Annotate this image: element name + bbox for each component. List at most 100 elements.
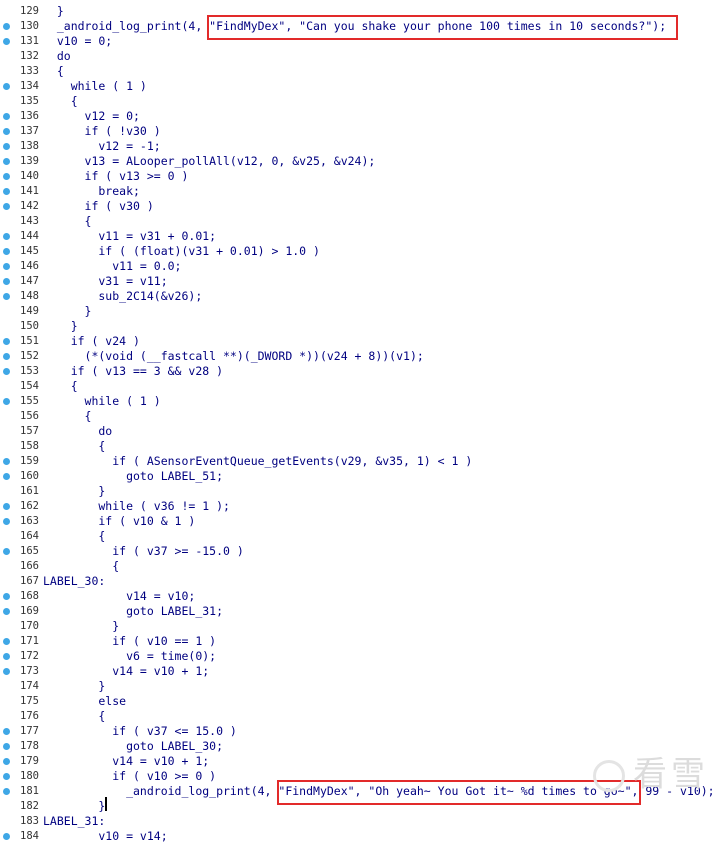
code-line[interactable]: 148 sub_2C14(&v26); xyxy=(0,289,727,304)
breakpoint-dot-icon[interactable] xyxy=(3,398,10,405)
code-line[interactable]: 141 break; xyxy=(0,184,727,199)
code-line[interactable]: 152 (*(void (__fastcall **)(_DWORD *))(v… xyxy=(0,349,727,364)
code-text: if ( v24 ) xyxy=(43,334,140,348)
code-line[interactable]: 170 } xyxy=(0,619,727,634)
code-line[interactable]: 158 { xyxy=(0,439,727,454)
code-line[interactable]: 154 { xyxy=(0,379,727,394)
code-line[interactable]: 164 { xyxy=(0,529,727,544)
breakpoint-dot-icon[interactable] xyxy=(3,338,10,345)
line-number: 141 xyxy=(20,185,39,197)
code-line[interactable]: 165 if ( v37 >= -15.0 ) xyxy=(0,544,727,559)
code-line[interactable]: 138 v12 = -1; xyxy=(0,139,727,154)
breakpoint-dot-icon[interactable] xyxy=(3,38,10,45)
breakpoint-dot-icon[interactable] xyxy=(3,293,10,300)
code-line[interactable]: 172 v6 = time(0); xyxy=(0,649,727,664)
code-line[interactable]: 139 v13 = ALooper_pollAll(v12, 0, &v25, … xyxy=(0,154,727,169)
code-line[interactable]: 166 { xyxy=(0,559,727,574)
breakpoint-dot-icon[interactable] xyxy=(3,188,10,195)
code-line[interactable]: 136 v12 = 0; xyxy=(0,109,727,124)
code-line[interactable]: 159 if ( ASensorEventQueue_getEvents(v29… xyxy=(0,454,727,469)
breakpoint-dot-icon[interactable] xyxy=(3,593,10,600)
code-line[interactable]: 157 do xyxy=(0,424,727,439)
code-line[interactable]: 176 { xyxy=(0,709,727,724)
code-line[interactable]: 155 while ( 1 ) xyxy=(0,394,727,409)
code-line[interactable]: 140 if ( v13 >= 0 ) xyxy=(0,169,727,184)
code-text: (*(void (__fastcall **)(_DWORD *))(v24 +… xyxy=(43,349,424,363)
line-number: 164 xyxy=(20,530,39,542)
breakpoint-dot-icon[interactable] xyxy=(3,788,10,795)
breakpoint-dot-icon[interactable] xyxy=(3,473,10,480)
code-line[interactable]: 130 _android_log_print(4, "FindMyDex", "… xyxy=(0,19,727,34)
code-line[interactable]: 178 goto LABEL_30; xyxy=(0,739,727,754)
breakpoint-dot-icon[interactable] xyxy=(3,23,10,30)
breakpoint-dot-icon[interactable] xyxy=(3,233,10,240)
breakpoint-dot-icon[interactable] xyxy=(3,128,10,135)
breakpoint-dot-icon[interactable] xyxy=(3,173,10,180)
code-line[interactable]: 134 while ( 1 ) xyxy=(0,79,727,94)
code-line[interactable]: 168 v14 = v10; xyxy=(0,589,727,604)
breakpoint-dot-icon[interactable] xyxy=(3,83,10,90)
code-text: } xyxy=(43,619,120,633)
line-number: 148 xyxy=(20,290,39,302)
line-number: 178 xyxy=(20,740,39,752)
code-line[interactable]: 143 { xyxy=(0,214,727,229)
code-line[interactable]: 145 if ( (float)(v31 + 0.01) > 1.0 ) xyxy=(0,244,727,259)
code-line[interactable]: 149 } xyxy=(0,304,727,319)
breakpoint-dot-icon[interactable] xyxy=(3,113,10,120)
breakpoint-dot-icon[interactable] xyxy=(3,143,10,150)
code-line[interactable]: 146 v11 = 0.0; xyxy=(0,259,727,274)
breakpoint-dot-icon[interactable] xyxy=(3,638,10,645)
code-line[interactable]: 160 goto LABEL_51; xyxy=(0,469,727,484)
code-line[interactable]: 135 { xyxy=(0,94,727,109)
breakpoint-dot-icon[interactable] xyxy=(3,668,10,675)
code-line[interactable]: 144 v11 = v31 + 0.01; xyxy=(0,229,727,244)
code-line[interactable]: 151 if ( v24 ) xyxy=(0,334,727,349)
breakpoint-dot-icon[interactable] xyxy=(3,278,10,285)
snowflake-logo-icon xyxy=(593,760,625,792)
code-line[interactable]: 177 if ( v37 <= 15.0 ) xyxy=(0,724,727,739)
breakpoint-dot-icon[interactable] xyxy=(3,353,10,360)
code-line[interactable]: 184 v10 = v14; xyxy=(0,829,727,844)
breakpoint-dot-icon[interactable] xyxy=(3,368,10,375)
code-line[interactable]: 162 while ( v36 != 1 ); xyxy=(0,499,727,514)
code-line[interactable]: 173 v14 = v10 + 1; xyxy=(0,664,727,679)
breakpoint-dot-icon[interactable] xyxy=(3,263,10,270)
code-line[interactable]: 147 v31 = v11; xyxy=(0,274,727,289)
code-line[interactable]: 131 v10 = 0; xyxy=(0,34,727,49)
breakpoint-dot-icon[interactable] xyxy=(3,773,10,780)
breakpoint-dot-icon[interactable] xyxy=(3,518,10,525)
code-line[interactable]: 150 } xyxy=(0,319,727,334)
breakpoint-dot-icon[interactable] xyxy=(3,203,10,210)
breakpoint-dot-icon[interactable] xyxy=(3,653,10,660)
code-line[interactable]: 133 { xyxy=(0,64,727,79)
breakpoint-dot-icon[interactable] xyxy=(3,758,10,765)
code-text: while ( 1 ) xyxy=(43,79,147,93)
code-line[interactable]: 163 if ( v10 & 1 ) xyxy=(0,514,727,529)
code-line[interactable]: 167 LABEL_30: xyxy=(0,574,727,589)
breakpoint-dot-icon[interactable] xyxy=(3,503,10,510)
code-line[interactable]: 156 { xyxy=(0,409,727,424)
breakpoint-dot-icon[interactable] xyxy=(3,833,10,840)
line-number: 167 xyxy=(20,575,39,587)
pseudocode-view[interactable]: 129 } 130 _android_log_print(4, "FindMyDe… xyxy=(0,0,727,846)
code-line[interactable]: 174 } xyxy=(0,679,727,694)
breakpoint-dot-icon[interactable] xyxy=(3,458,10,465)
code-line[interactable]: 169 goto LABEL_31; xyxy=(0,604,727,619)
breakpoint-dot-icon[interactable] xyxy=(3,743,10,750)
code-line[interactable]: 175 else xyxy=(0,694,727,709)
code-line[interactable]: 137 if ( !v30 ) xyxy=(0,124,727,139)
code-line[interactable]: 153 if ( v13 == 3 && v28 ) xyxy=(0,364,727,379)
code-line[interactable]: 142 if ( v30 ) xyxy=(0,199,727,214)
breakpoint-dot-icon[interactable] xyxy=(3,158,10,165)
code-line[interactable]: 171 if ( v10 == 1 ) xyxy=(0,634,727,649)
breakpoint-dot-icon[interactable] xyxy=(3,548,10,555)
breakpoint-dot-icon[interactable] xyxy=(3,248,10,255)
breakpoint-dot-icon[interactable] xyxy=(3,728,10,735)
code-line[interactable]: 129 } xyxy=(0,4,727,19)
code-line[interactable]: 183 LABEL_31: xyxy=(0,814,727,829)
code-line[interactable]: 161 } xyxy=(0,484,727,499)
breakpoint-dot-icon[interactable] xyxy=(3,608,10,615)
code-line[interactable]: 182 } xyxy=(0,799,727,814)
line-number: 143 xyxy=(20,215,39,227)
code-line[interactable]: 132 do xyxy=(0,49,727,64)
